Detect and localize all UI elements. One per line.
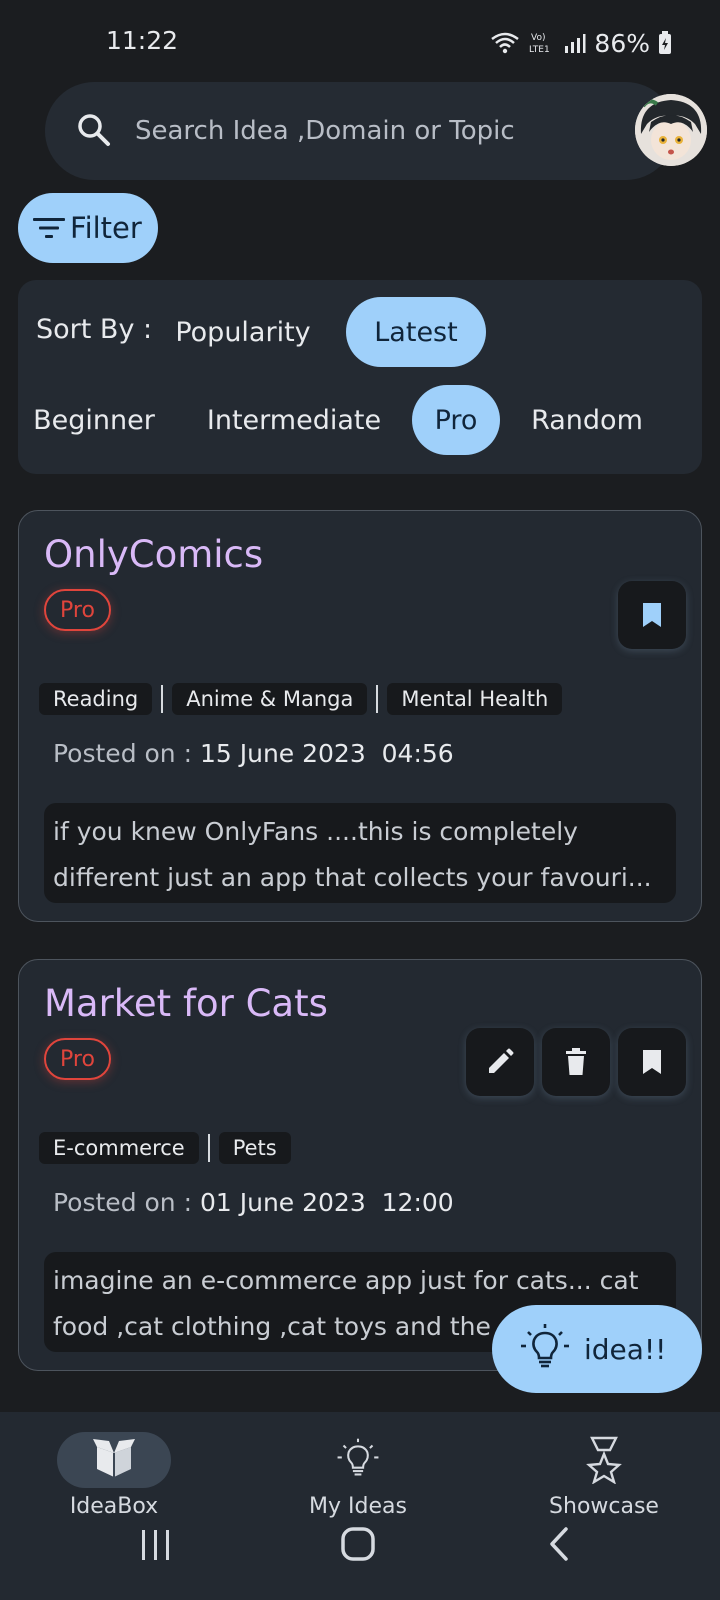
recent-apps-icon[interactable]	[140, 1528, 172, 1562]
new-idea-label: idea!!	[584, 1332, 667, 1366]
search-icon[interactable]	[77, 113, 111, 147]
status-time: 11:22	[106, 26, 179, 55]
level-chip-random[interactable]: Random	[522, 385, 652, 455]
posted-date: 01 June 2023	[199, 1188, 366, 1217]
bookmark-icon	[641, 1048, 663, 1076]
bookmark-button[interactable]	[618, 1028, 686, 1096]
posted-info: Posted on : 01 June 2023 12:00	[53, 1188, 454, 1217]
description-line: different just an app that collects your…	[53, 863, 652, 892]
posted-info: Posted on : 15 June 2023 04:56	[53, 739, 454, 768]
home-icon[interactable]	[340, 1526, 376, 1562]
tag[interactable]: Mental Health	[387, 683, 563, 715]
tag[interactable]: Reading	[39, 683, 153, 715]
signal-icon	[564, 32, 586, 54]
svg-text:LTE1: LTE1	[529, 45, 550, 55]
lightbulb-icon	[518, 1322, 572, 1376]
search-input[interactable]	[135, 82, 605, 180]
tag-divider	[207, 1134, 210, 1162]
tag-divider	[161, 685, 164, 713]
svg-text:Vo): Vo)	[531, 33, 545, 43]
sort-chip-popularity[interactable]: Popularity	[168, 297, 318, 367]
level-badge: Pro	[44, 1038, 111, 1080]
sort-panel: Sort By : Popularity Latest Beginner Int…	[18, 280, 702, 474]
status-icons: Vo) LTE1 86%	[490, 26, 672, 60]
level-chip-pro[interactable]: Pro	[412, 385, 500, 455]
nav-pill	[547, 1432, 661, 1488]
tag[interactable]: E-commerce	[39, 1132, 199, 1164]
tag[interactable]: Anime & Manga	[172, 683, 368, 715]
posted-time: 04:56	[381, 739, 454, 768]
avatar[interactable]	[635, 94, 707, 166]
tag[interactable]: Pets	[218, 1132, 291, 1164]
nav-pill	[301, 1432, 415, 1488]
system-nav-bar	[0, 1510, 720, 1600]
filter-button[interactable]: Filter	[18, 193, 158, 263]
idea-description: if you knew OnlyFans ....this is complet…	[44, 803, 676, 903]
bookmark-button[interactable]	[618, 581, 686, 649]
pencil-icon	[486, 1048, 514, 1076]
lightbulb-icon	[335, 1437, 381, 1483]
tag-divider	[376, 685, 379, 713]
posted-time: 12:00	[381, 1188, 454, 1217]
tag-list: E-commerce Pets	[39, 1132, 291, 1164]
idea-title: Market for Cats	[44, 982, 328, 1025]
trash-icon	[565, 1048, 587, 1076]
posted-date: 15 June 2023	[199, 739, 366, 768]
filter-icon	[32, 215, 66, 241]
battery-percent: 86%	[594, 28, 650, 58]
new-idea-button[interactable]: idea!!	[492, 1305, 702, 1393]
posted-label: Posted on :	[53, 739, 193, 768]
sort-chip-latest[interactable]: Latest	[346, 297, 486, 367]
battery-icon	[658, 31, 672, 55]
volte-icon: Vo) LTE1	[528, 30, 556, 56]
level-badge: Pro	[44, 589, 111, 631]
filter-label: Filter	[70, 211, 142, 245]
delete-button[interactable]	[542, 1028, 610, 1096]
search-bar[interactable]	[45, 82, 707, 180]
description-line: imagine an e-commerce app just for cats.…	[53, 1266, 639, 1295]
idea-title: OnlyComics	[44, 533, 264, 576]
level-chip-intermediate[interactable]: Intermediate	[194, 385, 394, 455]
status-bar: 11:22 Vo) LTE1 86%	[0, 0, 720, 88]
trophy-icon	[584, 1436, 624, 1484]
box-icon	[91, 1439, 137, 1481]
posted-label: Posted on :	[53, 1188, 193, 1217]
wifi-icon	[490, 31, 520, 55]
edit-button[interactable]	[466, 1028, 534, 1096]
idea-card[interactable]: OnlyComics Pro Reading Anime & Manga Men…	[18, 510, 702, 922]
level-chip-beginner[interactable]: Beginner	[26, 385, 162, 455]
back-icon[interactable]	[548, 1526, 570, 1562]
description-line: if you knew OnlyFans ....this is complet…	[53, 817, 578, 846]
tag-list: Reading Anime & Manga Mental Health	[39, 683, 563, 715]
bookmark-icon	[641, 601, 663, 629]
nav-active-indicator	[57, 1432, 171, 1488]
sort-label: Sort By :	[36, 314, 153, 345]
